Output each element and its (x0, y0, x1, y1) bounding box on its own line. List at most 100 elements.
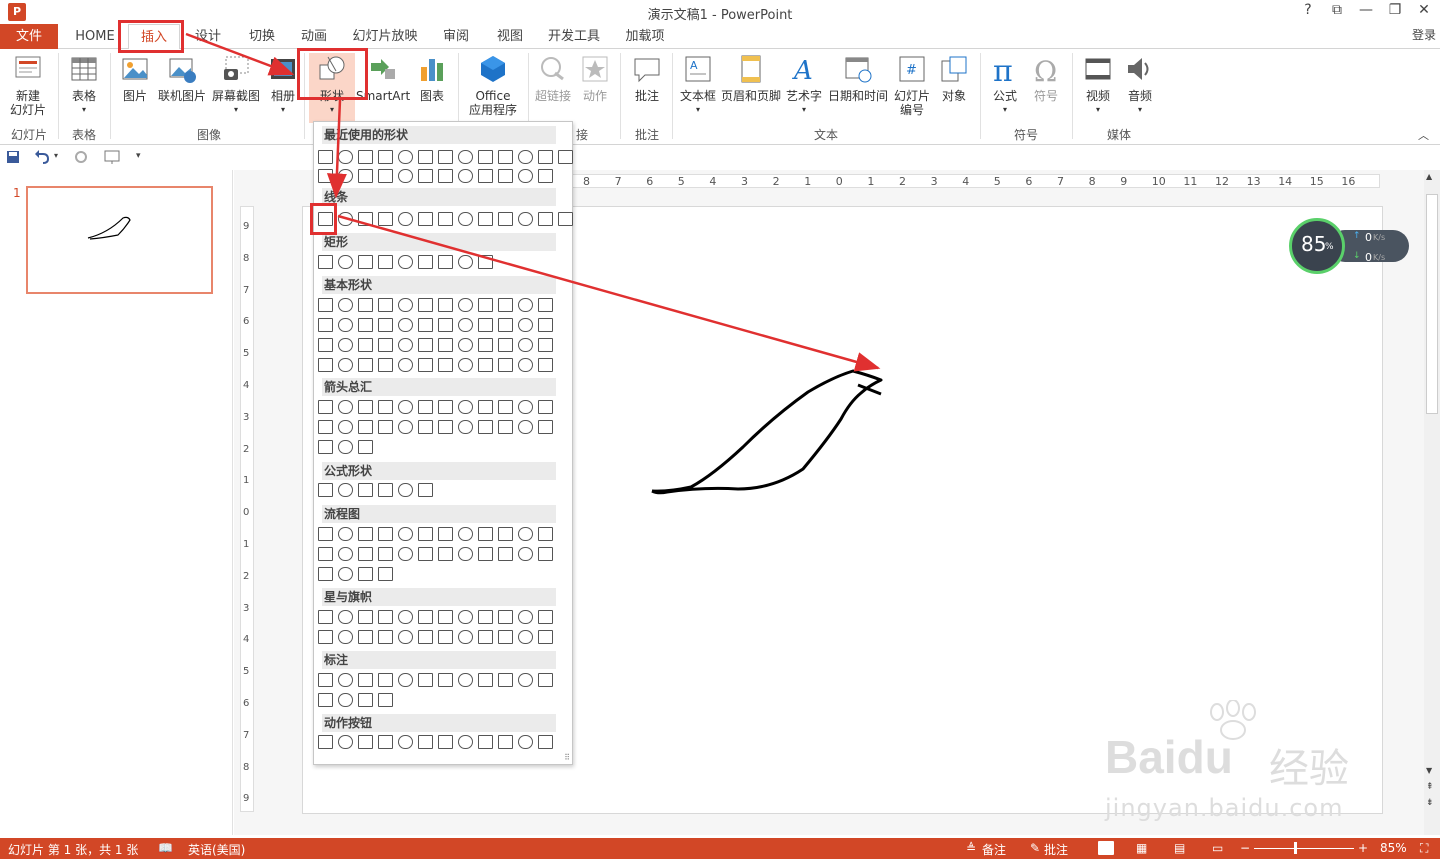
shape-item[interactable] (538, 318, 553, 332)
shape-item[interactable] (418, 338, 433, 352)
shape-item[interactable] (518, 150, 533, 164)
shape-item[interactable] (358, 693, 373, 707)
shape-item[interactable] (438, 212, 453, 226)
shape-item[interactable] (318, 735, 333, 749)
shape-item[interactable] (318, 169, 333, 183)
shape-item[interactable] (398, 298, 413, 312)
shape-item[interactable] (358, 212, 373, 226)
shape-item[interactable] (378, 735, 393, 749)
shape-item[interactable] (338, 255, 353, 269)
shape-item[interactable] (518, 610, 533, 624)
shape-item[interactable] (358, 630, 373, 644)
shape-item[interactable] (338, 150, 353, 164)
previous-slide-icon[interactable]: ⇞ (1426, 782, 1434, 792)
shape-item[interactable] (518, 212, 533, 226)
shape-item[interactable] (378, 630, 393, 644)
header-footer-button[interactable]: 页眉和页脚 (720, 53, 782, 103)
slide-number-button[interactable]: # 幻灯片 编号 (892, 53, 932, 117)
datetime-button[interactable]: 日期和时间 (826, 53, 890, 103)
shape-item[interactable] (438, 420, 453, 434)
tab-review[interactable]: 审阅 (436, 24, 476, 49)
shape-item[interactable] (358, 255, 373, 269)
shape-item[interactable] (378, 212, 393, 226)
shape-item[interactable] (358, 547, 373, 561)
shape-item[interactable] (318, 298, 333, 312)
shape-item[interactable] (338, 212, 353, 226)
shape-item[interactable] (378, 255, 393, 269)
shape-item[interactable] (538, 420, 553, 434)
shape-item[interactable] (458, 673, 473, 687)
shape-item[interactable] (338, 483, 353, 497)
shape-item[interactable] (518, 673, 533, 687)
scroll-up-icon[interactable]: ▲ (1426, 172, 1432, 181)
screenshot-button[interactable]: 屏幕截图 ▾ (210, 53, 262, 117)
shape-item[interactable] (318, 483, 333, 497)
shape-item[interactable] (398, 169, 413, 183)
shape-item[interactable] (338, 338, 353, 352)
shape-item[interactable] (498, 358, 513, 372)
shape-item[interactable] (438, 318, 453, 332)
shape-item[interactable] (378, 527, 393, 541)
restore-button[interactable]: ❐ (1383, 2, 1407, 18)
shape-item[interactable] (478, 527, 493, 541)
shape-item[interactable] (418, 735, 433, 749)
shape-item[interactable] (498, 318, 513, 332)
shape-item[interactable] (458, 169, 473, 183)
shape-item[interactable] (518, 547, 533, 561)
shape-item[interactable] (418, 298, 433, 312)
shape-item[interactable] (358, 400, 373, 414)
reading-view-icon[interactable]: ▤ (1174, 841, 1185, 855)
tab-slideshow[interactable]: 幻灯片放映 (348, 24, 422, 49)
vertical-scrollbar[interactable]: ▲ ▼ ⇞ ⇟ (1424, 170, 1440, 835)
zoom-out-icon[interactable]: − (1240, 841, 1250, 855)
shape-item[interactable] (478, 298, 493, 312)
shape-item[interactable] (338, 318, 353, 332)
shape-item[interactable] (438, 400, 453, 414)
shape-item[interactable] (378, 610, 393, 624)
shape-item[interactable] (478, 610, 493, 624)
shape-item[interactable] (458, 400, 473, 414)
table-button[interactable]: 表格 ▾ (64, 53, 104, 117)
shape-item[interactable] (398, 610, 413, 624)
equation-button[interactable]: π 公式 ▾ (986, 53, 1024, 117)
slideshow-view-icon[interactable]: ▭ (1212, 841, 1223, 855)
shape-item[interactable] (538, 630, 553, 644)
comment-button[interactable]: 批注 (626, 53, 668, 103)
new-slide-button[interactable]: 新建 幻灯片 (4, 53, 52, 117)
shape-item[interactable] (338, 630, 353, 644)
shape-item[interactable] (438, 169, 453, 183)
shape-item[interactable] (358, 318, 373, 332)
textbox-button[interactable]: A 文本框 ▾ (678, 53, 718, 117)
shape-item[interactable] (498, 150, 513, 164)
redo-icon[interactable] (74, 150, 88, 164)
shape-item[interactable] (538, 358, 553, 372)
shape-item[interactable] (418, 150, 433, 164)
shape-item[interactable] (438, 735, 453, 749)
slide-sorter-icon[interactable]: ▦ (1136, 841, 1147, 855)
shape-item[interactable] (458, 547, 473, 561)
comments-button[interactable]: 批注 (1044, 841, 1068, 858)
shape-item[interactable] (318, 440, 333, 454)
shape-item[interactable] (538, 150, 553, 164)
shape-item[interactable] (338, 547, 353, 561)
notes-button[interactable]: 备注 (982, 841, 1006, 858)
shape-item[interactable] (398, 400, 413, 414)
shape-item[interactable] (498, 547, 513, 561)
shape-item[interactable] (358, 483, 373, 497)
shape-item[interactable] (318, 610, 333, 624)
shape-item[interactable] (418, 400, 433, 414)
shape-item[interactable] (318, 630, 333, 644)
shape-item[interactable] (378, 483, 393, 497)
shape-item[interactable] (438, 298, 453, 312)
shape-item[interactable] (358, 735, 373, 749)
shape-item[interactable] (358, 298, 373, 312)
shape-item[interactable] (498, 735, 513, 749)
shape-item[interactable] (378, 673, 393, 687)
shape-item[interactable] (338, 169, 353, 183)
shape-item[interactable] (538, 298, 553, 312)
start-slideshow-icon[interactable] (104, 149, 120, 165)
symbol-button[interactable]: Ω 符号 (1026, 53, 1066, 103)
shape-item[interactable] (438, 630, 453, 644)
shape-item[interactable] (538, 169, 553, 183)
shape-item[interactable] (438, 255, 453, 269)
